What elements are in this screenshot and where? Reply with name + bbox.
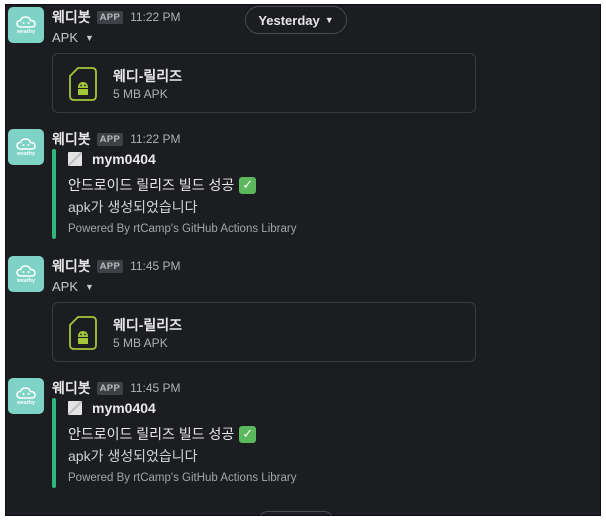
message-header: 웨디봇 APP 11:22 PM [52,129,181,149]
app-badge: APP [96,381,124,395]
cloud-icon [16,15,36,28]
chevron-down-icon: ▼ [324,15,334,25]
file-size: 5 MB APK [113,87,168,101]
avatar-text: weathy [16,28,36,35]
message-header: 웨디봇 APP 11:45 PM [52,256,181,276]
file-section-toggle[interactable]: APK ▼ [52,30,94,45]
file-card[interactable]: 웨디-릴리즈 5 MB APK [52,53,476,113]
author-image-icon [68,401,82,415]
attachment-color-bar [52,149,56,239]
attachment-title-text: 안드로이드 릴리즈 빌드 성공 [68,177,235,193]
timestamp[interactable]: 11:45 PM [130,381,180,395]
sender-name[interactable]: 웨디봇 [52,256,91,276]
attachment: mym0404 안드로이드 릴리즈 빌드 성공 ✓ apk가 생성되었습니다 P… [52,149,492,239]
app-badge: APP [96,132,124,146]
avatar-text: weathy [16,150,36,157]
message-header: 웨디봇 APP 11:22 PM [52,7,181,27]
timestamp[interactable]: 11:22 PM [130,10,180,24]
date-divider-button-bottom[interactable] [258,511,334,515]
attachment-text: apk가 생성되었습니다 [68,199,198,215]
avatar-text: weathy [16,399,36,406]
avatar-text: weathy [16,277,36,284]
timestamp[interactable]: 11:45 PM [130,259,180,273]
avatar[interactable]: weathy [8,7,44,43]
file-section-toggle[interactable]: APK ▼ [52,279,94,294]
attachment-title-text: 안드로이드 릴리즈 빌드 성공 [68,426,235,442]
message-header: 웨디봇 APP 11:45 PM [52,378,181,398]
attachment: mym0404 안드로이드 릴리즈 빌드 성공 ✓ apk가 생성되었습니다 P… [52,398,492,488]
caret-down-icon: ▼ [85,281,94,292]
attachment-footer: Powered By rtCamp's GitHub Actions Libra… [68,472,297,484]
author-image-icon [68,152,82,166]
attachment-title: 안드로이드 릴리즈 빌드 성공 ✓ [68,424,257,444]
avatar[interactable]: weathy [8,256,44,292]
avatar[interactable]: weathy [8,129,44,165]
cloud-icon [16,137,36,150]
file-size: 5 MB APK [113,336,168,350]
check-mark-icon: ✓ [239,176,257,194]
cloud-icon [16,264,36,277]
file-section-label: APK [52,30,79,45]
sender-name[interactable]: 웨디봇 [52,378,91,398]
check-mark-icon: ✓ [239,425,257,443]
sender-name[interactable]: 웨디봇 [52,129,91,149]
avatar[interactable]: weathy [8,378,44,414]
file-card[interactable]: 웨디-릴리즈 5 MB APK [52,302,476,362]
author-name: mym0404 [92,400,156,416]
android-file-icon [69,316,97,350]
sender-name[interactable]: 웨디봇 [52,7,91,27]
author-name: mym0404 [92,151,156,167]
attachment-author: mym0404 [68,151,156,167]
file-section-label: APK [52,279,79,294]
cloud-icon [16,386,36,399]
attachment-title: 안드로이드 릴리즈 빌드 성공 ✓ [68,175,257,195]
attachment-text: apk가 생성되었습니다 [68,448,198,464]
timestamp[interactable]: 11:22 PM [130,132,180,146]
app-badge: APP [96,10,124,24]
attachment-footer: Powered By rtCamp's GitHub Actions Libra… [68,223,297,235]
date-divider-button[interactable]: Yesterday ▼ [245,6,347,34]
file-name[interactable]: 웨디-릴리즈 [113,66,182,86]
app-badge: APP [96,259,124,273]
file-name[interactable]: 웨디-릴리즈 [113,315,182,335]
attachment-author: mym0404 [68,400,156,416]
caret-down-icon: ▼ [85,32,94,43]
chat-window: weathy 웨디봇 APP 11:22 PM APK ▼ 웨디-릴리즈 5 M… [5,4,601,516]
attachment-color-bar [52,398,56,488]
android-file-icon [69,67,97,101]
date-divider-label: Yesterday [258,12,320,28]
